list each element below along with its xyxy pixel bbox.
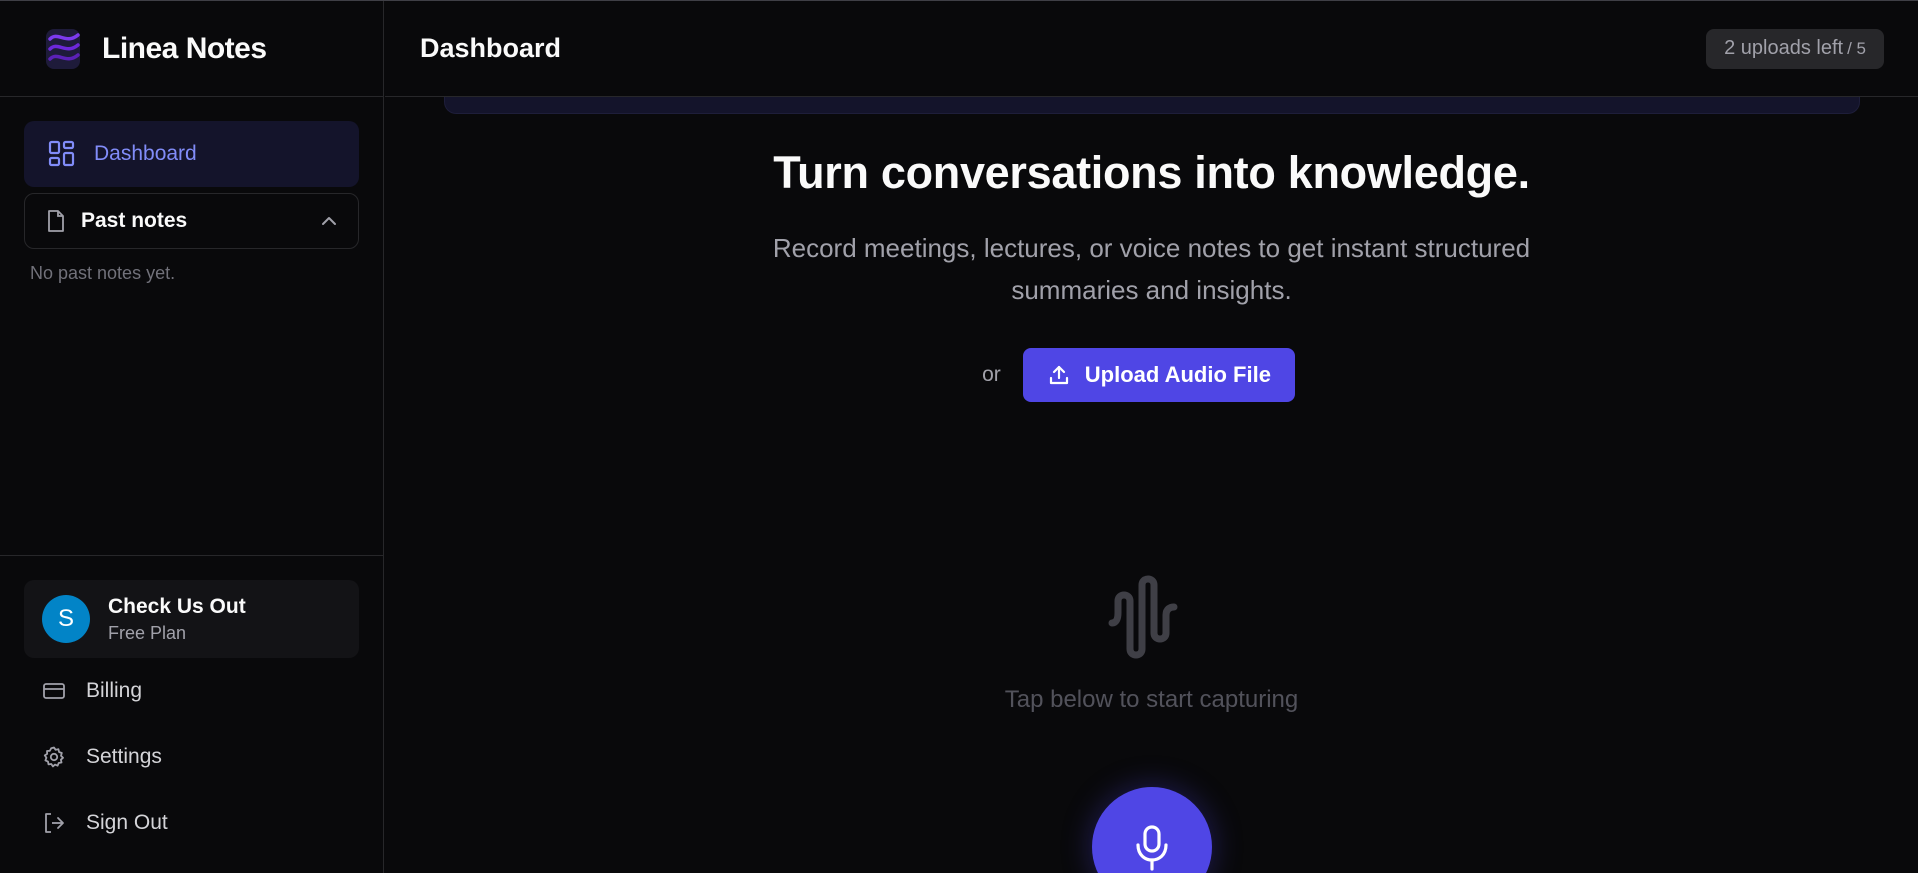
audio-wave-icon xyxy=(1108,575,1177,659)
avatar: S xyxy=(42,595,90,643)
capture-hint: Tap below to start capturing xyxy=(1004,686,1299,713)
page-title: Dashboard xyxy=(420,33,562,63)
hero: Turn conversations into knowledge. Recor… xyxy=(385,147,1918,311)
sidebar-item-label: Dashboard xyxy=(94,142,197,165)
sidebar-footer: S Check Us Out Free Plan Billing Setting… xyxy=(0,555,383,873)
sign-out-label: Sign Out xyxy=(86,811,168,834)
brand[interactable]: Linea Notes xyxy=(0,1,383,97)
gear-icon xyxy=(43,746,64,768)
document-icon xyxy=(48,210,64,232)
upload-audio-button[interactable]: Upload Audio File xyxy=(1022,348,1295,402)
user-name: Check Us Out xyxy=(108,594,246,618)
dashboard-grid-icon xyxy=(48,140,75,167)
brand-name: Linea Notes xyxy=(102,31,267,65)
upload-audio-label: Upload Audio File xyxy=(1084,362,1271,387)
record-button[interactable] xyxy=(1092,787,1212,873)
uploads-left-badge: 2 uploads left / 5 xyxy=(1706,28,1884,69)
linea-logo-icon xyxy=(46,28,80,69)
upload-row: or Upload Audio File xyxy=(385,348,1918,402)
hero-subtext: Record meetings, lectures, or voice note… xyxy=(772,233,1531,305)
settings-label: Settings xyxy=(86,745,162,768)
user-plan: Free Plan xyxy=(108,622,187,643)
past-notes-toggle[interactable]: Past notes xyxy=(24,193,359,249)
banner-card-edge xyxy=(444,97,1860,114)
billing-link[interactable]: Billing xyxy=(24,658,359,724)
upload-icon xyxy=(1049,365,1068,385)
past-notes-label: Past notes xyxy=(81,209,188,232)
user-info: Check Us Out Free Plan xyxy=(108,595,246,644)
user-card[interactable]: S Check Us Out Free Plan xyxy=(24,580,359,658)
or-label: or xyxy=(982,363,1001,386)
hero-heading: Turn conversations into knowledge. xyxy=(773,147,1530,198)
billing-label: Billing xyxy=(86,679,143,702)
settings-link[interactable]: Settings xyxy=(24,724,359,790)
uploads-left-text: 2 uploads left xyxy=(1724,37,1844,59)
microphone-icon xyxy=(1136,825,1168,871)
sidebar-nav: Dashboard Past notes No past notes yet. xyxy=(0,97,383,308)
credit-card-icon xyxy=(43,683,65,699)
past-notes-empty-message: No past notes yet. xyxy=(30,263,176,283)
sidebar-item-dashboard[interactable]: Dashboard xyxy=(24,121,359,187)
capture-area: Tap below to start capturing xyxy=(385,571,1918,714)
sign-out-icon xyxy=(45,813,64,833)
app-window: Linea Notes Dashboard Past notes No past… xyxy=(0,0,1918,873)
chevron-up-icon xyxy=(322,217,336,225)
sign-out-link[interactable]: Sign Out xyxy=(24,790,359,856)
top-bar: Dashboard 2 uploads left / 5 xyxy=(385,1,1918,97)
uploads-total-text: / 5 xyxy=(1847,38,1866,58)
sidebar: Linea Notes Dashboard Past notes No past… xyxy=(0,1,384,873)
